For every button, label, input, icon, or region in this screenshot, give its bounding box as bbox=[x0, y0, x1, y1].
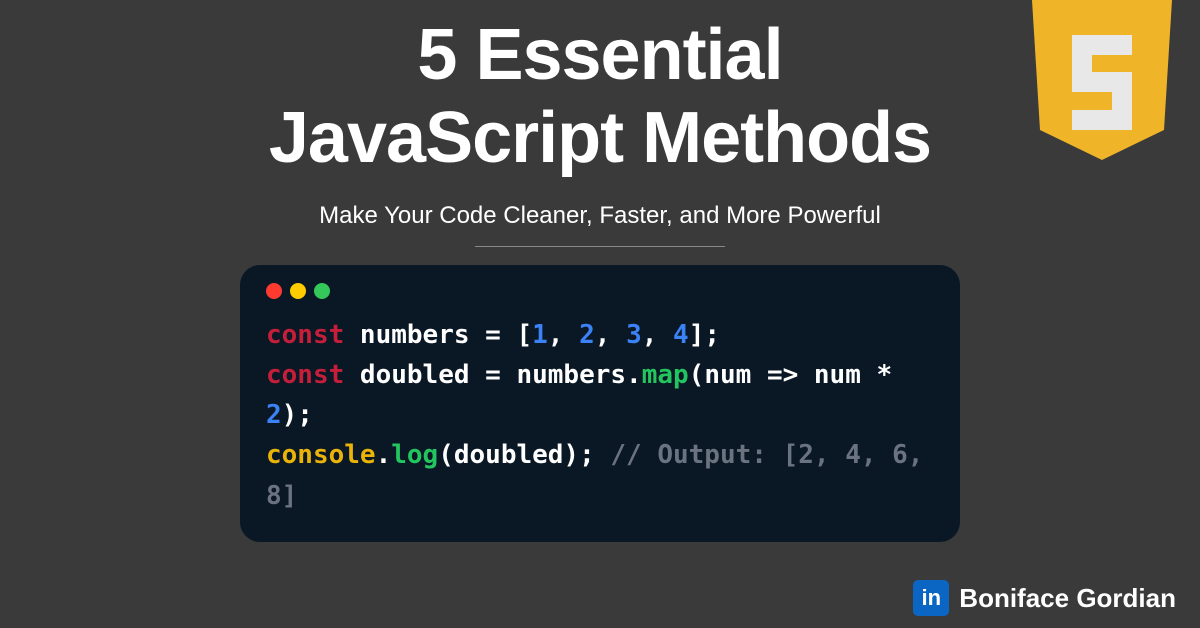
subtitle: Make Your Code Cleaner, Faster, and More… bbox=[0, 202, 1200, 230]
code-block: const numbers = [1, 2, 3, 4]; const doub… bbox=[266, 315, 934, 516]
author-credit: in Boniface Gordian bbox=[913, 580, 1176, 616]
close-icon bbox=[266, 283, 282, 299]
linkedin-icon: in bbox=[913, 580, 949, 616]
code-window: const numbers = [1, 2, 3, 4]; const doub… bbox=[240, 265, 960, 542]
code-line-1: const numbers = [1, 2, 3, 4]; bbox=[266, 315, 934, 355]
title-line-2: JavaScript Methods bbox=[269, 98, 931, 178]
author-name: Boniface Gordian bbox=[959, 583, 1176, 614]
divider bbox=[475, 246, 725, 247]
maximize-icon bbox=[314, 283, 330, 299]
title-line-1: 5 Essential bbox=[417, 15, 782, 95]
minimize-icon bbox=[290, 283, 306, 299]
code-line-2: const doubled = numbers.map(num => num * bbox=[266, 355, 934, 395]
es6-badge-icon bbox=[1022, 0, 1182, 175]
page-title: 5 Essential JavaScript Methods bbox=[0, 0, 1200, 180]
window-controls bbox=[266, 283, 934, 299]
code-line-3: 2); bbox=[266, 395, 934, 435]
code-line-4: console.log(doubled); // Output: [2, 4, … bbox=[266, 435, 934, 516]
